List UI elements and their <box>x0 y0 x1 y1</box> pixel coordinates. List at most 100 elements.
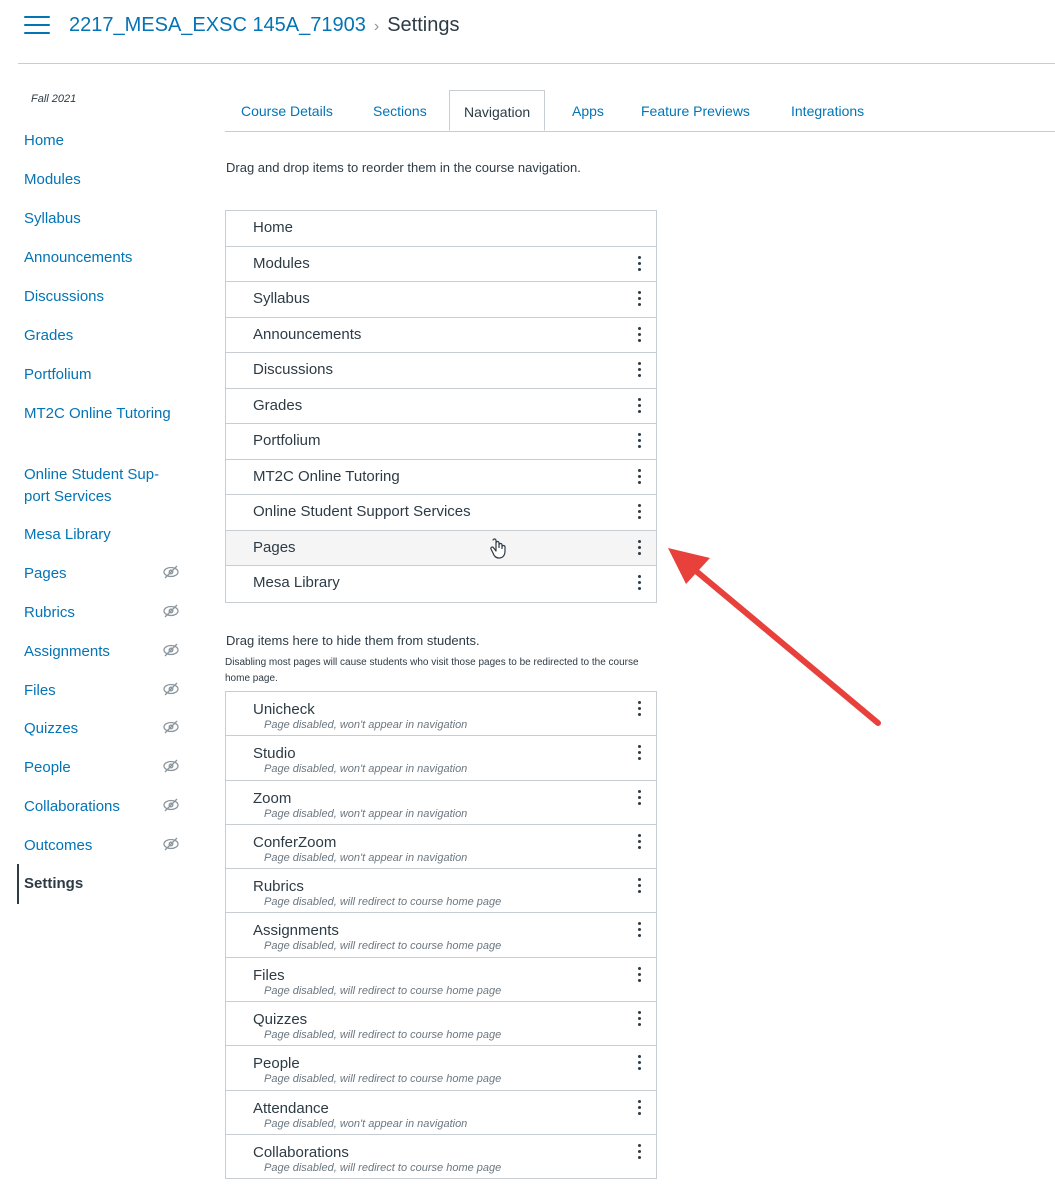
nav-item-announcements[interactable]: Announcements <box>226 318 656 353</box>
kebab-menu-icon[interactable] <box>635 1055 643 1073</box>
nav-item-pages[interactable]: Pages <box>226 530 656 566</box>
sidebar-item-quizzes[interactable]: Quizzes <box>24 718 184 740</box>
kebab-menu-icon[interactable] <box>635 833 643 852</box>
kebab-menu-icon[interactable] <box>635 539 643 558</box>
breadcrumb-separator: › <box>373 18 380 35</box>
sidebar-item-label: Grades <box>24 327 74 344</box>
disabled-item-status: Page disabled, will redirect to course h… <box>264 896 502 909</box>
sidebar-item-collaborations[interactable]: Collaborations <box>24 796 184 818</box>
sidebar-item-grades[interactable]: Grades <box>24 325 184 347</box>
disabled-item-status: Page disabled, won't appear in navigatio… <box>264 719 468 731</box>
hidden-eye-icon <box>162 835 180 853</box>
kebab-menu-icon[interactable] <box>635 701 643 719</box>
hidden-section-note: Disabling most pages will cause students… <box>225 657 639 684</box>
disabled-item-collaborations[interactable]: Collaborations Page disabled, will redire… <box>226 1135 656 1180</box>
kebab-menu-icon[interactable] <box>635 1011 643 1029</box>
tab-course-details[interactable]: Course Details <box>241 90 333 130</box>
sidebar-item-outcomes[interactable]: Outcomes <box>24 835 184 857</box>
disabled-item-label: Assignments <box>253 922 339 940</box>
hidden-eye-icon <box>162 641 180 659</box>
kebab-menu-icon[interactable] <box>635 255 643 274</box>
kebab-menu-icon[interactable] <box>635 326 643 345</box>
nav-item-mt2c-online-tutoring[interactable]: MT2C Online Tutoring <box>226 460 656 495</box>
nav-item-label: Syllabus <box>253 290 310 307</box>
sidebar-item-home[interactable]: Home <box>24 130 184 152</box>
sidebar-item-modules[interactable]: Modules <box>24 169 184 191</box>
nav-item-online-student-support-services[interactable]: Online Student Support Services <box>226 495 656 531</box>
disabled-item-studio[interactable]: Studio Page disabled, won't appear in nav… <box>226 736 656 781</box>
menu-icon[interactable] <box>24 16 50 36</box>
sidebar-item-settings[interactable]: Settings <box>24 873 184 895</box>
hidden-eye-icon <box>162 680 180 698</box>
nav-item-syllabus[interactable]: Syllabus <box>226 282 656 318</box>
disabled-item-files[interactable]: Files Page disabled, will redirect to cou… <box>226 958 656 1003</box>
sidebar-item-label: Syllabus <box>24 210 81 227</box>
kebab-menu-icon[interactable] <box>635 397 643 416</box>
kebab-menu-icon[interactable] <box>635 504 643 522</box>
tab-sections[interactable]: Sections <box>373 90 427 130</box>
reorder-instructions: Drag and drop items to reorder them in t… <box>226 160 581 175</box>
sidebar-item-announcements[interactable]: Announcements <box>24 247 184 269</box>
kebab-menu-icon[interactable] <box>635 745 643 763</box>
disabled-item-quizzes[interactable]: Quizzes Page disabled, will redirect to c… <box>226 1002 656 1047</box>
disabled-item-label: People <box>253 1055 300 1073</box>
nav-item-home[interactable]: Home <box>226 211 656 247</box>
kebab-menu-icon[interactable] <box>635 878 643 896</box>
breadcrumb-course-link[interactable]: 2217_MESA_EXSC 145A_71903 <box>69 14 366 36</box>
nav-item-label: Home <box>253 219 294 236</box>
sidebar-item-mesa-library[interactable]: Mesa Library <box>24 524 184 546</box>
disabled-item-zoom[interactable]: Zoom Page disabled, won't appear in navig… <box>226 781 656 825</box>
kebab-menu-icon[interactable] <box>635 291 643 309</box>
kebab-menu-icon[interactable] <box>635 1143 643 1162</box>
sidebar-item-mt2c-online-tutoring[interactable]: MT2C Online Tutoring <box>24 403 184 425</box>
hand-cursor-icon <box>489 537 509 560</box>
kebab-menu-icon[interactable] <box>635 1099 643 1118</box>
disabled-nav-list: Unicheck Page disabled, won't appear in n… <box>225 691 657 1180</box>
disabled-item-rubrics[interactable]: Rubrics Page disabled, will redirect to c… <box>226 869 656 914</box>
sidebar-item-portfolium[interactable]: Portfolium <box>24 364 184 386</box>
nav-item-mesa-library[interactable]: Mesa Library <box>226 566 656 602</box>
disabled-item-people[interactable]: People Page disabled, will redirect to co… <box>226 1046 656 1091</box>
disabled-item-assignments[interactable]: Assignments Page disabled, will redirect … <box>226 913 656 958</box>
sidebar-item-files[interactable]: Files <box>24 680 184 702</box>
nav-item-modules[interactable]: Modules <box>226 247 656 282</box>
active-indicator <box>17 864 19 904</box>
kebab-menu-icon[interactable] <box>635 468 643 487</box>
sidebar-item-label: Portfolium <box>24 366 92 383</box>
tab-apps[interactable]: Apps <box>572 90 604 130</box>
disabled-item-label: Rubrics <box>253 878 304 896</box>
nav-item-portfolium[interactable]: Portfolium <box>226 424 656 460</box>
sidebar-item-discussions[interactable]: Discussions <box>24 286 184 308</box>
nav-item-label: Discussions <box>253 361 334 378</box>
disabled-item-unicheck[interactable]: Unicheck Page disabled, won't appear in n… <box>226 692 656 737</box>
kebab-menu-icon[interactable] <box>635 575 643 593</box>
tab-feature-previews[interactable]: Feature Previews <box>641 90 750 130</box>
tab-integrations[interactable]: Integrations <box>791 90 864 130</box>
sidebar-item-rubrics[interactable]: Rubrics <box>24 602 184 624</box>
kebab-menu-icon[interactable] <box>635 966 643 985</box>
kebab-menu-icon[interactable] <box>635 433 643 451</box>
sidebar-item-online-student-sup-port-services[interactable]: Online Student Sup- port Services <box>24 464 184 508</box>
nav-item-label: Modules <box>253 254 310 272</box>
disabled-item-conferzoom[interactable]: ConferZoom Page disabled, won't appear in… <box>226 825 656 870</box>
sidebar-item-syllabus[interactable]: Syllabus <box>24 208 184 230</box>
sidebar-item-people[interactable]: People <box>24 757 184 779</box>
disabled-item-status: Page disabled, will redirect to course h… <box>264 940 502 953</box>
disabled-item-label: Studio <box>253 745 296 763</box>
disabled-item-label: Collaborations <box>253 1143 349 1161</box>
disabled-item-status: Page disabled, will redirect to course h… <box>264 1029 502 1042</box>
nav-item-discussions[interactable]: Discussions <box>226 353 656 389</box>
tab-navigation[interactable]: Navigation <box>449 90 546 131</box>
disabled-item-attendance[interactable]: Attendance Page disabled, won't appear in… <box>226 1091 656 1135</box>
sidebar-item-pages[interactable]: Pages <box>24 563 184 585</box>
sidebar-item-label: Modules <box>24 171 81 188</box>
kebab-menu-icon[interactable] <box>635 922 643 940</box>
kebab-menu-icon[interactable] <box>635 362 643 380</box>
breadcrumb: 2217_MESA_EXSC 145A_71903 › Settings <box>69 14 459 37</box>
sidebar-item-assignments[interactable]: Assignments <box>24 641 184 663</box>
nav-item-grades[interactable]: Grades <box>226 389 656 424</box>
kebab-menu-icon[interactable] <box>635 789 643 808</box>
nav-item-label: Online Student Support Services <box>253 503 471 520</box>
annotation-arrow <box>668 548 881 726</box>
nav-item-label: Announcements <box>253 325 362 343</box>
